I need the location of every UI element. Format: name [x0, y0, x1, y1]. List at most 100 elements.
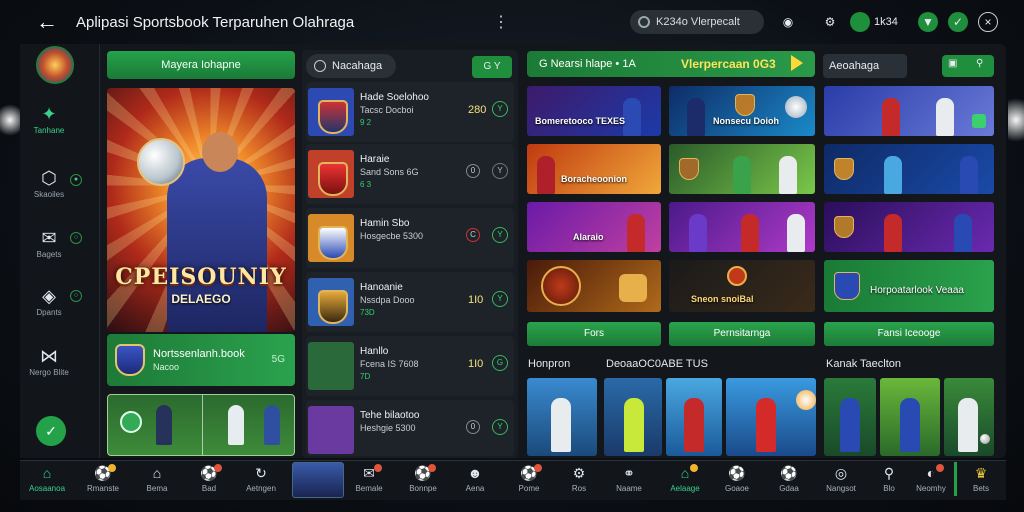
- sidebar-item-4[interactable]: ⋈ Nergo Blite: [22, 344, 76, 377]
- wallet-pill[interactable]: K234o Vlerpecalt: [630, 10, 764, 34]
- game-tile[interactable]: [824, 144, 994, 194]
- sidebar-item-0[interactable]: ✦ Tanhane: [22, 102, 76, 135]
- side-header-buttons[interactable]: ▣ ⚲: [942, 55, 994, 77]
- calendar-icon[interactable]: ▣: [948, 58, 957, 69]
- match-row[interactable]: Tehe bilaotoo Heshgie 5300 0 Y: [306, 400, 514, 456]
- sidebar-item-3[interactable]: ◈ Dpants: [22, 284, 76, 317]
- bet-chip-alt[interactable]: C: [466, 228, 480, 242]
- game-tile[interactable]: Boracheoonion: [527, 144, 661, 194]
- bottom-nav-item-8[interactable]: ☻ Aena: [450, 462, 500, 493]
- game-tile[interactable]: [824, 202, 994, 252]
- player-card[interactable]: [604, 378, 662, 456]
- player-card[interactable]: [666, 378, 722, 456]
- action-button-2[interactable]: Fansi Iceooge: [824, 322, 994, 346]
- badge: [534, 464, 542, 472]
- game-tile[interactable]: Horpoatarlook Veaaa: [824, 260, 994, 312]
- bet-chip[interactable]: Y: [492, 227, 508, 243]
- bottom-nav-item-15[interactable]: ◎ Nangsot: [816, 462, 866, 493]
- kebab-menu-icon[interactable]: ⋮: [493, 12, 509, 32]
- match-row[interactable]: Haraie Sand Sons 6G 6 3 0 Y: [306, 144, 514, 204]
- settings-icon[interactable]: ⚙: [820, 12, 840, 32]
- game-tile[interactable]: [669, 144, 815, 194]
- match-odds[interactable]: 280: [468, 104, 486, 116]
- player-card[interactable]: [944, 378, 994, 456]
- player-card[interactable]: [824, 378, 876, 456]
- sidebar-item-2[interactable]: ✉ Bagets: [22, 226, 76, 259]
- bet-chip-alt[interactable]: 0: [466, 420, 480, 434]
- pitch-card[interactable]: [107, 394, 295, 456]
- trophy-icon[interactable]: ▼: [918, 12, 938, 32]
- bottom-nav-item-2[interactable]: ⌂ Bema: [132, 462, 182, 493]
- balance[interactable]: 1k34: [850, 12, 898, 32]
- promo-card[interactable]: Nortssenlanh.book Nacoo 5G: [107, 334, 295, 386]
- player-card[interactable]: [726, 378, 816, 456]
- match-row[interactable]: Hanoanie Nssdpa Dooo 73D 1I0 Y: [306, 272, 514, 332]
- bottom-nav-item-17[interactable]: ◐ Neomhy: [906, 462, 956, 493]
- game-tile[interactable]: Nonsecu Doioh: [669, 86, 815, 136]
- chat-icon: ✉: [41, 228, 57, 248]
- main-promo-header[interactable]: G Nearsi hlape • 1A Vlerpercaan 0G3: [527, 51, 815, 77]
- matches-filter-button[interactable]: G Y: [472, 56, 512, 78]
- sidebar-badge-1: ●: [70, 174, 82, 186]
- match-name: Hanoanie: [360, 282, 403, 293]
- game-tile[interactable]: Bomeretooco TEXES: [527, 86, 661, 136]
- player-card[interactable]: [880, 378, 940, 456]
- search-icon[interactable]: ⚲: [976, 58, 983, 69]
- match-row[interactable]: Hamin Sbo Hosgecbe 5300 C Y: [306, 208, 514, 268]
- bottom-nav-item-18[interactable]: ♛ Bets: [958, 462, 1004, 493]
- bottom-nav-item-12[interactable]: ⌂ Aelaage: [660, 462, 710, 493]
- bottom-nav-item-0[interactable]: ⌂ Aosaanoa: [22, 462, 72, 493]
- bet-chip[interactable]: Y: [492, 291, 508, 307]
- bottom-nav-item-6[interactable]: ✉ Bemale: [344, 462, 394, 493]
- avatar[interactable]: [36, 46, 74, 84]
- action-button-1[interactable]: Pernsitarnga: [669, 322, 815, 346]
- bet-chip[interactable]: G: [492, 355, 508, 371]
- bottom-nav-item-9[interactable]: ⚽ Pome: [504, 462, 554, 493]
- match-row[interactable]: Hade Soelohoo Tacsc Docboi 9 2 280 Y: [306, 82, 514, 142]
- bet-chip[interactable]: Y: [492, 419, 508, 435]
- game-tile[interactable]: [669, 202, 815, 252]
- player-card[interactable]: [527, 378, 597, 456]
- sidebar-item-1[interactable]: ⬡ Skaoiles: [22, 166, 76, 199]
- club-crest-icon: [679, 158, 699, 180]
- game-tile[interactable]: [527, 260, 661, 312]
- back-arrow-icon[interactable]: ←: [36, 11, 58, 34]
- matches-header[interactable]: Nacahaga: [306, 54, 396, 78]
- bottom-nav-item-1[interactable]: ⚽ Rmanste: [78, 462, 128, 493]
- bottom-nav-item-3[interactable]: ⚽ Bad: [184, 462, 234, 493]
- player-figure: [537, 156, 555, 194]
- bottom-nav-avatar[interactable]: [292, 462, 344, 498]
- clock-icon: [314, 60, 326, 72]
- match-odds[interactable]: 1I0: [468, 358, 483, 370]
- game-tile[interactable]: Sneon snoiBal: [669, 260, 815, 312]
- ball-icon: ⚽: [520, 465, 538, 481]
- download-icon[interactable]: ✓: [948, 12, 968, 32]
- bottom-nav-item-7[interactable]: ⚽ Bonnpe: [398, 462, 448, 493]
- shield-icon: ◈: [42, 286, 56, 306]
- bottom-nav-item-10[interactable]: ⚙ Ros: [554, 462, 604, 493]
- bottom-nav-item-11[interactable]: ⚭ Naame: [604, 462, 654, 493]
- match-sub: Fcena IS 7608: [360, 359, 419, 369]
- bottom-nav-item-4[interactable]: ↻ Aetngen: [236, 462, 286, 493]
- ball-icon: [137, 138, 185, 186]
- match-row[interactable]: Hanllo Fcena IS 7608 7D 1I0 G: [306, 336, 514, 396]
- game-tile[interactable]: [824, 86, 994, 136]
- target-icon: ◎: [834, 465, 848, 481]
- hero-banner[interactable]: CPEISOUNIY DELAEGO: [107, 88, 295, 332]
- col1-top-button[interactable]: Mayera Iohapne: [107, 51, 295, 79]
- game-tile[interactable]: Alaraio: [527, 202, 661, 252]
- shield-icon: [541, 266, 581, 306]
- side-header[interactable]: Aeoahaga: [823, 54, 907, 78]
- robot-icon[interactable]: ◉: [778, 12, 798, 32]
- bottom-nav-item-14[interactable]: ⚽ Gdaa: [764, 462, 814, 493]
- bottom-nav-item-13[interactable]: ⚽ Goaoe: [712, 462, 762, 493]
- top-bar: ← Aplipasi Sportsbook Terparuhen Olahrag…: [0, 0, 1024, 44]
- bet-chip[interactable]: Y: [492, 101, 508, 117]
- close-icon[interactable]: ×: [978, 12, 998, 32]
- match-odds[interactable]: 1I0: [468, 294, 483, 306]
- bet-chip-alt[interactable]: 0: [466, 164, 480, 178]
- bet-chip[interactable]: Y: [492, 163, 508, 179]
- check-icon[interactable]: ✓: [36, 416, 66, 446]
- player-figure: [228, 405, 244, 445]
- action-button-0[interactable]: Fors: [527, 322, 661, 346]
